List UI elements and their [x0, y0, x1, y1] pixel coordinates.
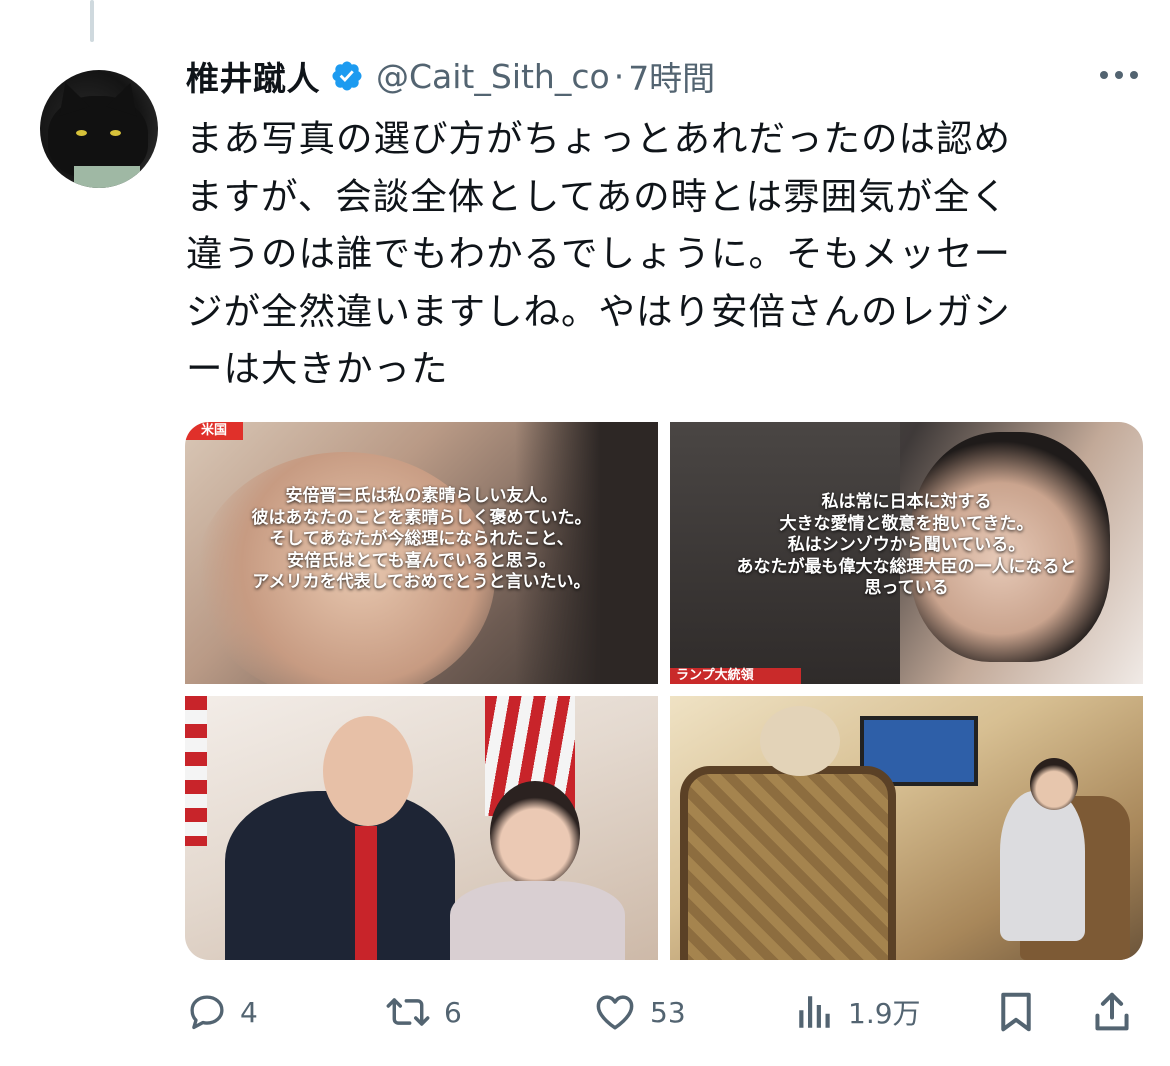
- photo-1-caption-line: 彼はあなたのことを素晴らしく褒めていた。: [251, 507, 592, 528]
- like-button[interactable]: 53: [592, 986, 686, 1038]
- reply-count: 4: [240, 995, 258, 1029]
- photo-4-person-right-head: [1030, 758, 1078, 810]
- photo-1[interactable]: 米国 安倍晋三氏は私の素晴らしい友人。 彼はあなたのことを素晴らしく褒めていた。…: [185, 422, 658, 684]
- photo-2-caption-line: 大きな愛情と敬意を抱いてきた。: [779, 513, 1034, 534]
- header-separator: ·: [613, 56, 625, 96]
- tweet-header: 椎井蹴人 @Cait_Sith_co · 7時間: [186, 50, 715, 102]
- photo-3-person-left-head: [323, 716, 413, 826]
- avatar-cat-eye-left: [76, 130, 87, 136]
- author-name[interactable]: 椎井蹴人: [186, 52, 320, 100]
- tweet-text-line: まあ写真の選び方がちょっとあれだったのは認め: [186, 117, 1011, 160]
- photo-2[interactable]: 私は常に日本に対する 大きな愛情と敬意を抱いてきた。 私はシンゾウから聞いている…: [670, 422, 1143, 684]
- tweet-text: まあ写真の選び方がちょっとあれだったのは認め ますが、会談全体としてあの時とは雰囲…: [186, 110, 1126, 398]
- photo-2-label: ランプ大統領: [670, 668, 801, 684]
- tweet-text-line: ジが全然違いますしね。やはり安倍さんのレガシ: [186, 289, 1011, 333]
- tweet-text-line: ーは大きかった: [186, 347, 449, 390]
- photo-2-caption-line: あなたが最も偉大な総理大臣の一人になると: [736, 556, 1077, 577]
- retweet-button[interactable]: 6: [384, 986, 462, 1038]
- photo-3-person-left-suit: [225, 791, 455, 960]
- heart-icon: [596, 995, 634, 1030]
- photo-3-tie: [355, 826, 377, 960]
- author-handle[interactable]: @Cait_Sith_co: [376, 57, 610, 96]
- avatar[interactable]: [40, 70, 158, 188]
- photo-1-caption-line: アメリカを代表しておめでとうと言いたい。: [252, 572, 591, 592]
- photo-3-person-right-suit: [450, 881, 625, 960]
- photo-2-caption-line: 私はシンゾウから聞いている。: [787, 535, 1026, 555]
- reply-icon: [190, 995, 224, 1030]
- photo-2-caption-line: 思っている: [864, 578, 949, 598]
- photo-3-person-right-head: [490, 781, 580, 886]
- bookmark-icon: [1001, 992, 1031, 1032]
- photo-1-badge: 米国: [185, 422, 243, 440]
- photo-1-caption-line: 安倍晋三氏は私の素晴らしい友人。: [285, 486, 558, 506]
- more-icon[interactable]: [1096, 60, 1142, 90]
- photo-1-caption-line: そしてあなたが今総理になられたこと、: [269, 529, 574, 549]
- media-grid: 米国 安倍晋三氏は私の素晴らしい友人。 彼はあなたのことを素晴らしく褒めていた。…: [185, 422, 1143, 960]
- photo-4-armchair-left: [680, 766, 896, 960]
- verified-badge-icon[interactable]: [330, 59, 364, 93]
- tweet-actions-bar: 4 6 53 1.9万: [186, 986, 1141, 1038]
- like-count: 53: [650, 995, 686, 1029]
- photo-4[interactable]: [670, 696, 1143, 960]
- photo-2-caption: 私は常に日本に対する 大きな愛情と敬意を抱いてきた。 私はシンゾウから聞いている…: [670, 492, 1143, 600]
- tweet-time[interactable]: 7時間: [628, 52, 715, 100]
- share-button[interactable]: [1092, 986, 1132, 1038]
- tweet-text-line: ますが、会談全体としてあの時とは雰囲気が全く: [186, 174, 1009, 218]
- reply-button[interactable]: 4: [186, 986, 258, 1038]
- bookmark-button[interactable]: [996, 986, 1036, 1038]
- tweet-text-line: 違うのは誰でもわかるでしょうに。そもメッセー: [186, 232, 1011, 275]
- views-count: 1.9万: [848, 997, 921, 1030]
- avatar-background-item: [74, 166, 140, 188]
- retweet-count: 6: [444, 995, 462, 1029]
- thread-connector-line: [90, 0, 94, 42]
- share-icon: [1095, 992, 1129, 1031]
- photo-1-caption: 安倍晋三氏は私の素晴らしい友人。 彼はあなたのことを素晴らしく褒めていた。 そし…: [185, 486, 658, 594]
- avatar-cat-eye-right: [110, 130, 121, 136]
- photo-1-caption-line: 安倍氏はとても喜んでいると思う。: [287, 550, 556, 571]
- views-button[interactable]: 1.9万: [794, 986, 921, 1038]
- retweet-icon: [386, 998, 430, 1026]
- views-icon: [799, 996, 830, 1028]
- photo-4-person-right: [1000, 791, 1085, 941]
- photo-4-person-left-head: [760, 706, 840, 776]
- photo-3-flag-left: [185, 696, 207, 846]
- photo-3[interactable]: [185, 696, 658, 960]
- photo-2-caption-line: 私は常に日本に対する: [821, 492, 992, 512]
